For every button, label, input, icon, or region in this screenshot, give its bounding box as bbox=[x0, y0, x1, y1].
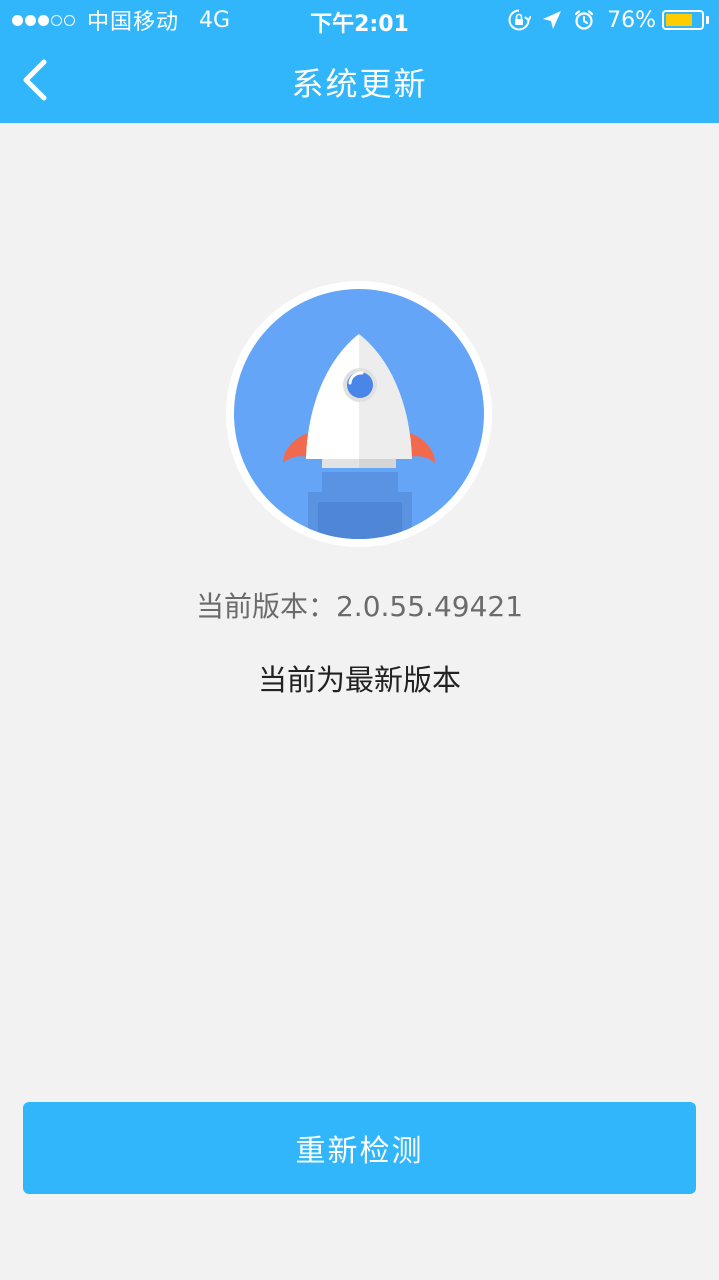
rocket-icon bbox=[226, 281, 492, 547]
orientation-lock-icon bbox=[507, 8, 532, 32]
battery-percent: 76% bbox=[607, 7, 656, 33]
recheck-button[interactable]: 重新检测 bbox=[23, 1102, 696, 1194]
page-title: 系统更新 bbox=[291, 65, 428, 103]
location-arrow-icon bbox=[541, 9, 563, 31]
status-bar: 中国移动 4G 下午2:01 76% bbox=[0, 0, 719, 40]
battery-icon bbox=[662, 10, 704, 30]
header: 中国移动 4G 下午2:01 76% 系统更新 bbox=[0, 0, 719, 123]
status-bar-right: 76% bbox=[497, 6, 709, 34]
version-value: 2.0.55.49421 bbox=[335, 590, 524, 623]
update-status-text: 当前为最新版本 bbox=[257, 663, 461, 697]
battery-level-fill bbox=[666, 14, 692, 26]
current-version: 当前版本：2.0.55.49421 bbox=[0, 585, 719, 625]
alarm-clock-icon bbox=[573, 9, 595, 31]
battery-tip bbox=[706, 16, 709, 24]
nav-bar: 系统更新 bbox=[0, 40, 719, 123]
version-label: 当前版本： bbox=[195, 590, 336, 623]
system-update-screen: 中国移动 4G 下午2:01 76% 系统更新 当前版本：2.0.55.4942… bbox=[0, 0, 719, 1280]
